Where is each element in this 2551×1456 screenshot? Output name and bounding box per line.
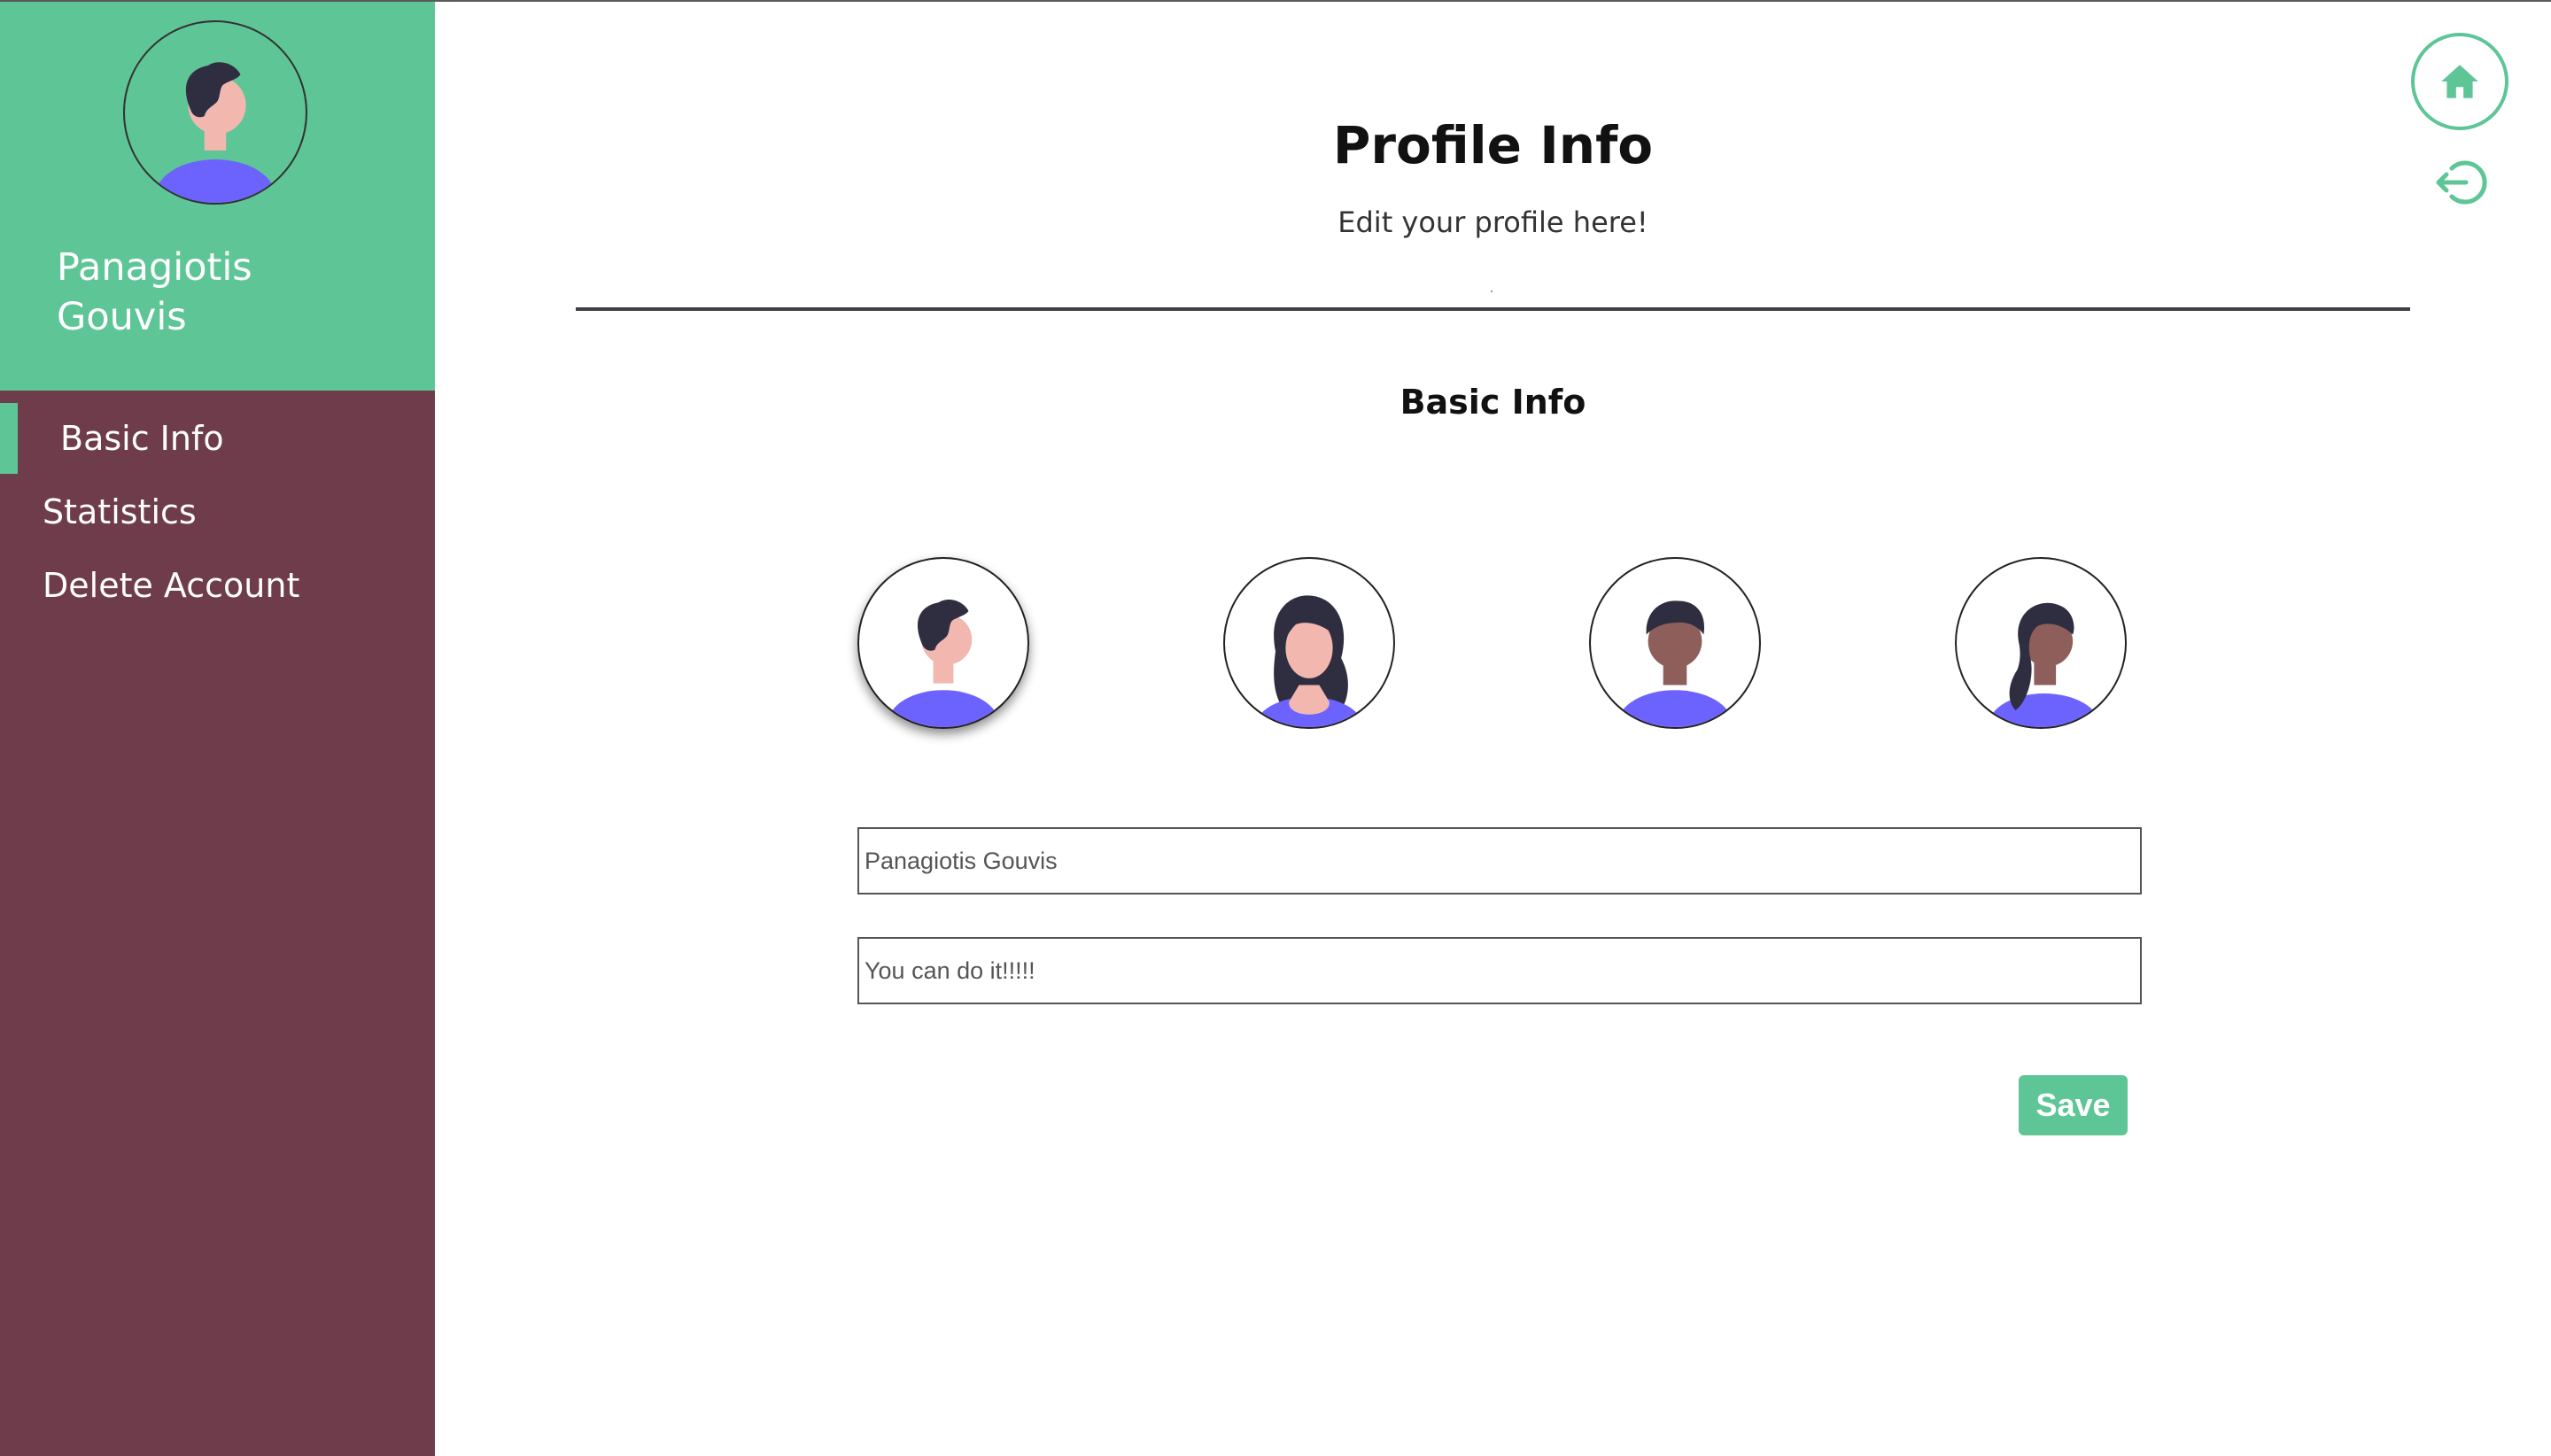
sidebar-item-label: Statistics — [43, 492, 197, 531]
avatar-option-woman-ponytail[interactable] — [1955, 557, 2127, 729]
page-subtitle: Edit your profile here! — [1338, 205, 1648, 239]
home-icon — [2441, 65, 2478, 98]
user-name: Panagiotis Gouvis — [57, 245, 252, 339]
page-title: Profile Info — [1332, 115, 1654, 175]
motto-input[interactable] — [857, 937, 2142, 1004]
sidebar-item-label: Basic Info — [60, 419, 224, 458]
divider-dot — [1491, 290, 1493, 292]
save-button[interactable]: Save — [2019, 1075, 2128, 1135]
avatar-option-woman-long-hair[interactable] — [1223, 557, 1395, 729]
sidebar-item-delete-account[interactable]: Delete Account — [0, 550, 435, 621]
avatar-option-man-short-hair[interactable] — [857, 557, 1029, 729]
active-indicator — [0, 403, 18, 474]
sidebar-item-statistics[interactable]: Statistics — [0, 476, 435, 547]
sidebar-item-label: Delete Account — [43, 566, 300, 605]
header-divider — [576, 307, 2410, 311]
avatar-option-man-dark-skin[interactable] — [1589, 557, 1761, 729]
sidebar: Panagiotis Gouvis Basic Info Statistics … — [0, 2, 435, 1456]
sidebar-profile-header: Panagiotis Gouvis — [0, 2, 435, 391]
section-title: Basic Info — [1400, 383, 1586, 422]
sidebar-item-basic-info[interactable]: Basic Info — [0, 403, 435, 474]
name-input[interactable] — [857, 827, 2142, 895]
user-avatar — [123, 20, 307, 205]
